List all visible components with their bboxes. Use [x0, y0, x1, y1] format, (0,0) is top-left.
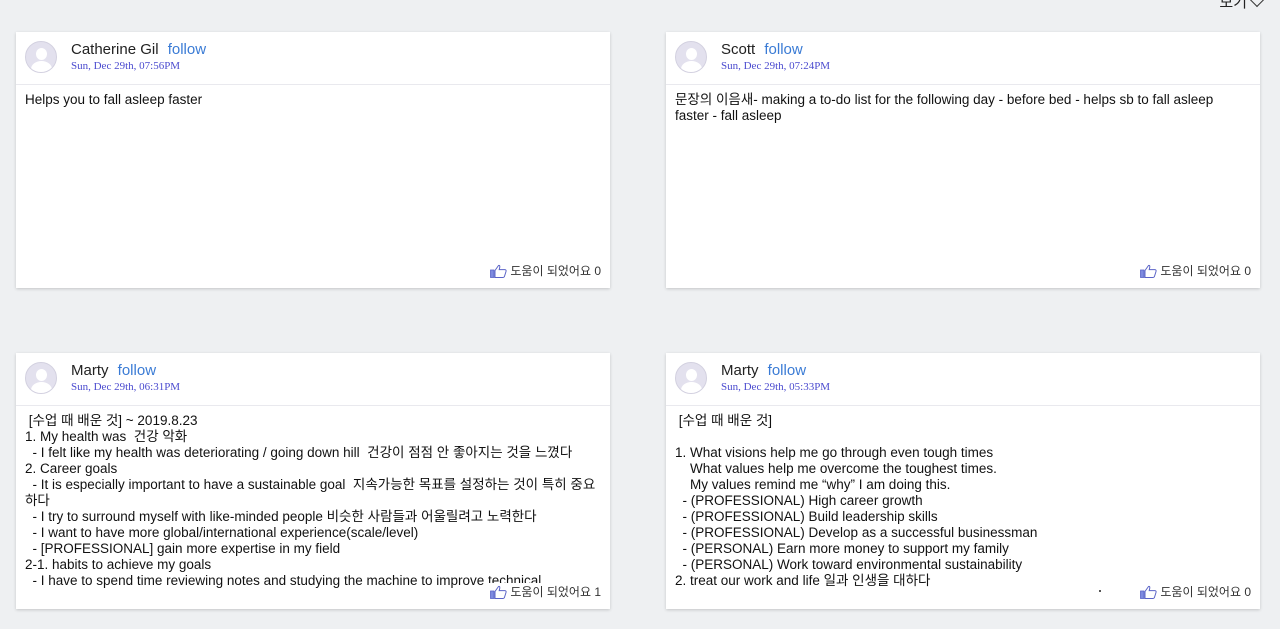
post-card: Marty follow Sun, Dec 29th, 05:33PM [수업 …	[666, 353, 1260, 609]
author-line: Catherine Gil follow	[71, 41, 206, 58]
helpful-button[interactable]: 도움이 되었어요 0	[1138, 262, 1251, 279]
author-name[interactable]: Marty	[721, 362, 759, 379]
post-body: [수업 때 배운 것] ~ 2019.8.23 1. My health was…	[25, 413, 596, 588]
follow-link[interactable]: follow	[764, 41, 802, 58]
user-avatar-icon[interactable]	[25, 41, 57, 73]
author-name[interactable]: Catherine Gil	[71, 41, 159, 58]
post-body: Helps you to fall asleep faster	[25, 92, 203, 107]
user-avatar-icon[interactable]	[675, 362, 707, 394]
view-dropdown-label: 보기	[1219, 0, 1247, 11]
post-header: Catherine Gil follow Sun, Dec 29th, 07:5…	[16, 32, 610, 85]
user-avatar-icon[interactable]	[25, 362, 57, 394]
chevron-down-icon	[1249, 0, 1265, 7]
helpful-button[interactable]: 도움이 되었어요 0	[488, 262, 601, 279]
post-header: Marty follow Sun, Dec 29th, 05:33PM	[666, 353, 1260, 406]
post-body: 문장의 이음새- making a to-do list for the fol…	[675, 92, 1218, 123]
author-line: Marty follow	[71, 362, 156, 379]
author-name[interactable]: Marty	[71, 362, 109, 379]
thumbs-up-icon	[1140, 585, 1157, 599]
author-name[interactable]: Scott	[721, 41, 755, 58]
follow-link[interactable]: follow	[118, 362, 156, 379]
helpful-label: 도움이 되었어요 0	[1160, 264, 1251, 278]
post-header: Marty follow Sun, Dec 29th, 06:31PM	[16, 353, 610, 406]
helpful-button[interactable]: 도움이 되었어요 1	[488, 583, 601, 600]
helpful-button[interactable]: 도움이 되었어요 0	[1138, 583, 1251, 600]
user-avatar-icon[interactable]	[675, 41, 707, 73]
post-header: Scott follow Sun, Dec 29th, 07:24PM	[666, 32, 1260, 85]
thumbs-up-icon	[490, 264, 507, 278]
author-line: Scott follow	[721, 41, 803, 58]
helpful-label: 도움이 되었어요 0	[510, 264, 601, 278]
post-body: [수업 때 배운 것] 1. What visions help me go t…	[675, 413, 1038, 588]
follow-link[interactable]: follow	[168, 41, 206, 58]
post-timestamp: Sun, Dec 29th, 07:24PM	[721, 60, 831, 72]
follow-link[interactable]: follow	[768, 362, 806, 379]
post-card: Scott follow Sun, Dec 29th, 07:24PM 문장의 …	[666, 32, 1260, 288]
stray-dot	[1099, 590, 1101, 592]
post-card: Marty follow Sun, Dec 29th, 06:31PM [수업 …	[16, 353, 610, 609]
helpful-label: 도움이 되었어요 0	[1160, 585, 1251, 599]
view-dropdown[interactable]: 보기	[1219, 0, 1265, 12]
post-card: Catherine Gil follow Sun, Dec 29th, 07:5…	[16, 32, 610, 288]
author-line: Marty follow	[721, 362, 806, 379]
post-timestamp: Sun, Dec 29th, 06:31PM	[71, 381, 181, 393]
post-timestamp: Sun, Dec 29th, 05:33PM	[721, 381, 831, 393]
thumbs-up-icon	[490, 585, 507, 599]
helpful-label: 도움이 되었어요 1	[510, 585, 601, 599]
thumbs-up-icon	[1140, 264, 1157, 278]
post-timestamp: Sun, Dec 29th, 07:56PM	[71, 60, 181, 72]
